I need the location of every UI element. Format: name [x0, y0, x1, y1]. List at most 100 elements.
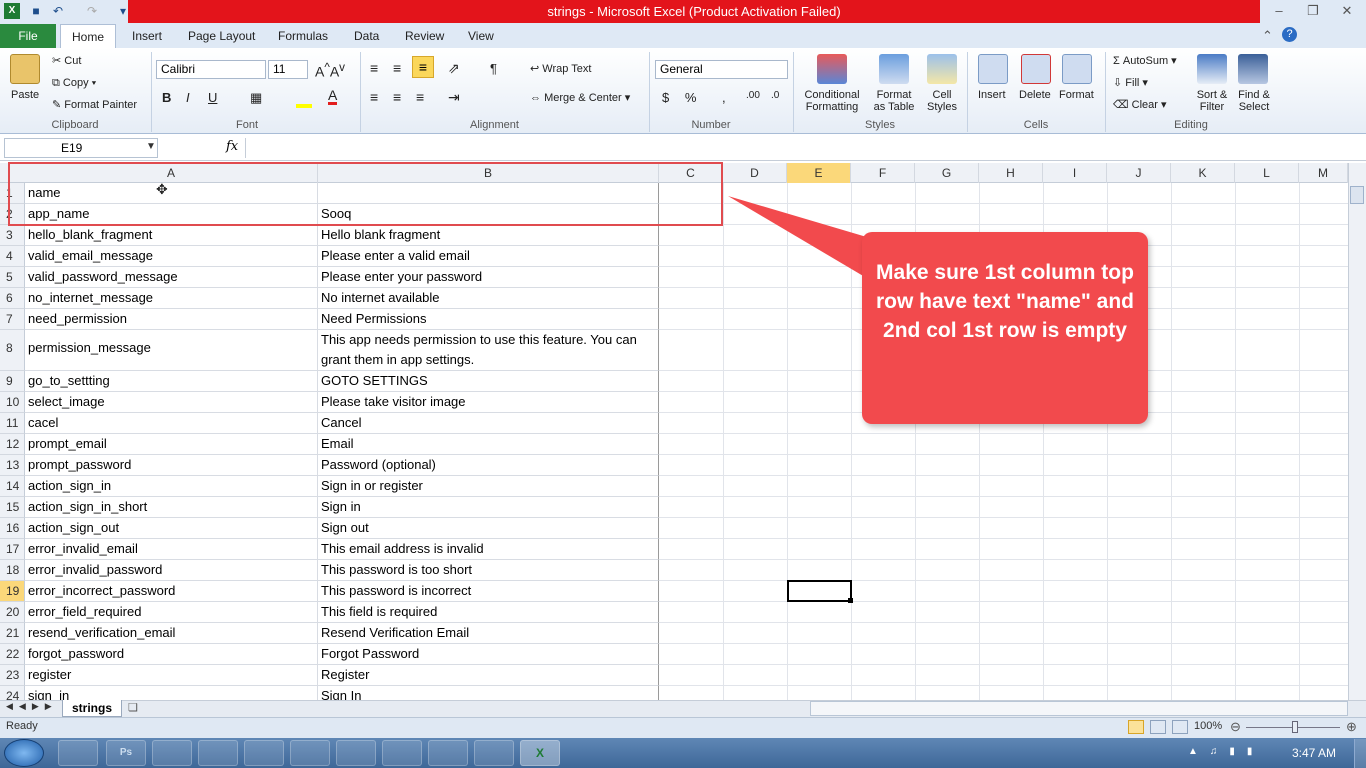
cell-b[interactable]: Resend Verification Email — [318, 623, 659, 644]
cell-b[interactable]: Sign In — [318, 686, 659, 700]
formula-input[interactable] — [245, 138, 1363, 158]
notepad-icon[interactable] — [428, 740, 468, 766]
row-header[interactable]: 3 — [0, 225, 25, 246]
cell-b[interactable]: Register — [318, 665, 659, 686]
cell-a[interactable]: cacel — [25, 413, 318, 434]
text-direction-icon[interactable]: ¶ — [490, 61, 497, 76]
font-color-icon[interactable]: A — [328, 88, 338, 105]
row-header[interactable]: 6 — [0, 288, 25, 309]
cell-a[interactable]: hello_blank_fragment — [25, 225, 318, 246]
copy-button[interactable]: ⧉ Copy ▾ — [52, 77, 96, 90]
row-header[interactable]: 18 — [0, 560, 25, 581]
conditional-formatting-button[interactable]: Conditional Formatting — [802, 89, 862, 113]
cut-button[interactable]: ✂ Cut — [52, 54, 81, 67]
virtualbox-icon[interactable] — [336, 740, 376, 766]
comma-style-icon[interactable]: , — [722, 90, 726, 105]
cell-b[interactable]: Sign in — [318, 497, 659, 518]
format-cells-button[interactable]: Format — [1059, 89, 1094, 101]
close-button[interactable]: ✕ — [1334, 2, 1360, 20]
row-header[interactable]: 14 — [0, 476, 25, 497]
decrease-decimal-icon[interactable]: .0 — [771, 90, 779, 101]
row-header[interactable]: 22 — [0, 644, 25, 665]
cell-b[interactable]: This field is required — [318, 602, 659, 623]
redo-icon[interactable]: ↷ — [84, 3, 100, 19]
find-select-button[interactable]: Find & Select — [1234, 89, 1274, 113]
cell-b[interactable]: Cancel — [318, 413, 659, 434]
cell-a[interactable]: error_field_required — [25, 602, 318, 623]
column-header-f[interactable]: F — [851, 163, 915, 183]
start-button-icon[interactable] — [4, 739, 44, 767]
cell-a[interactable]: valid_password_message — [25, 267, 318, 288]
cell-b[interactable]: Email — [318, 434, 659, 455]
column-header-i[interactable]: I — [1043, 163, 1107, 183]
format-cells-icon[interactable] — [1062, 54, 1092, 84]
sheet-tab-strings[interactable]: strings — [62, 700, 122, 717]
tab-formulas[interactable]: Formulas — [266, 24, 340, 48]
cell-a[interactable]: error_invalid_email — [25, 539, 318, 560]
tab-page-layout[interactable]: Page Layout — [176, 24, 267, 48]
save-icon[interactable]: ■ — [28, 3, 44, 19]
row-header[interactable]: 5 — [0, 267, 25, 288]
row-header[interactable]: 24 — [0, 686, 25, 700]
name-box[interactable]: E19 — [4, 138, 158, 158]
horizontal-scrollbar[interactable] — [810, 701, 1348, 716]
clock[interactable]: 3:47 AM — [1292, 746, 1336, 760]
cell-a[interactable]: error_incorrect_password — [25, 581, 318, 602]
tab-file[interactable]: File — [0, 24, 56, 48]
cell-a[interactable]: valid_email_message — [25, 246, 318, 267]
tab-data[interactable]: Data — [342, 24, 391, 48]
column-header-m[interactable]: M — [1299, 163, 1348, 183]
cell-a[interactable]: no_internet_message — [25, 288, 318, 309]
excel-taskbar-icon[interactable]: X — [520, 740, 560, 766]
column-header-k[interactable]: K — [1171, 163, 1235, 183]
tray-icons[interactable]: ▲♫▮▮ — [1188, 746, 1264, 757]
format-as-table-button[interactable]: Format as Table — [868, 89, 920, 113]
row-header[interactable]: 11 — [0, 413, 25, 434]
row-header[interactable]: 15 — [0, 497, 25, 518]
cell-styles-button[interactable]: Cell Styles — [920, 89, 964, 113]
bold-icon[interactable]: B — [162, 90, 171, 105]
vertical-scrollbar[interactable] — [1348, 163, 1366, 700]
page-break-view-icon[interactable] — [1172, 720, 1188, 734]
network-app-icon[interactable] — [152, 740, 192, 766]
row-header[interactable]: 8 — [0, 330, 25, 371]
font-size-select[interactable]: 11 — [268, 60, 308, 79]
conditional-formatting-icon[interactable] — [817, 54, 847, 84]
ribbon-minimize-icon[interactable]: ⌃ — [1262, 28, 1273, 44]
cell-b[interactable]: No internet available — [318, 288, 659, 309]
increase-decimal-icon[interactable]: .00 — [746, 90, 760, 101]
row-header[interactable]: 12 — [0, 434, 25, 455]
cell-b[interactable]: Sign out — [318, 518, 659, 539]
align-top-icon[interactable]: ≡ — [370, 60, 378, 76]
page-layout-view-icon[interactable] — [1150, 720, 1166, 734]
cell-b[interactable]: Please enter your password — [318, 267, 659, 288]
cell-a[interactable]: action_sign_in_short — [25, 497, 318, 518]
cell-styles-icon[interactable] — [927, 54, 957, 84]
maps-pin-icon[interactable] — [198, 740, 238, 766]
clear-button[interactable]: ⌫ Clear ▾ — [1113, 98, 1167, 111]
autosum-button[interactable]: Σ AutoSum ▾ — [1113, 54, 1177, 67]
cell-b[interactable]: Need Permissions — [318, 309, 659, 330]
row-header[interactable]: 16 — [0, 518, 25, 539]
cell-b[interactable]: This password is incorrect — [318, 581, 659, 602]
column-header-e[interactable]: E — [787, 163, 851, 183]
vertical-scroll-thumb[interactable] — [1350, 186, 1364, 204]
indent-icon[interactable]: ⇥ — [448, 89, 460, 106]
row-header[interactable]: 4 — [0, 246, 25, 267]
tab-review[interactable]: Review — [393, 24, 456, 48]
column-header-j[interactable]: J — [1107, 163, 1171, 183]
orientation-icon[interactable]: ⇗ — [448, 60, 460, 77]
row-header[interactable]: 17 — [0, 539, 25, 560]
grow-font-icon[interactable]: A^Av — [315, 61, 345, 80]
selected-cell[interactable] — [787, 580, 852, 602]
sheet-nav-arrows-icon[interactable]: ◀◀▶▶ — [6, 701, 58, 712]
binoculars-icon[interactable] — [1238, 54, 1268, 84]
paste-icon[interactable] — [10, 54, 40, 84]
row-header[interactable]: 20 — [0, 602, 25, 623]
row-header[interactable]: 10 — [0, 392, 25, 413]
align-right-icon[interactable]: ≡ — [416, 89, 424, 105]
rdp-icon[interactable] — [474, 740, 514, 766]
zoom-slider-thumb[interactable] — [1292, 721, 1298, 733]
zoom-in-icon[interactable]: ⊕ — [1346, 719, 1357, 735]
delete-cells-icon[interactable] — [1021, 54, 1051, 84]
